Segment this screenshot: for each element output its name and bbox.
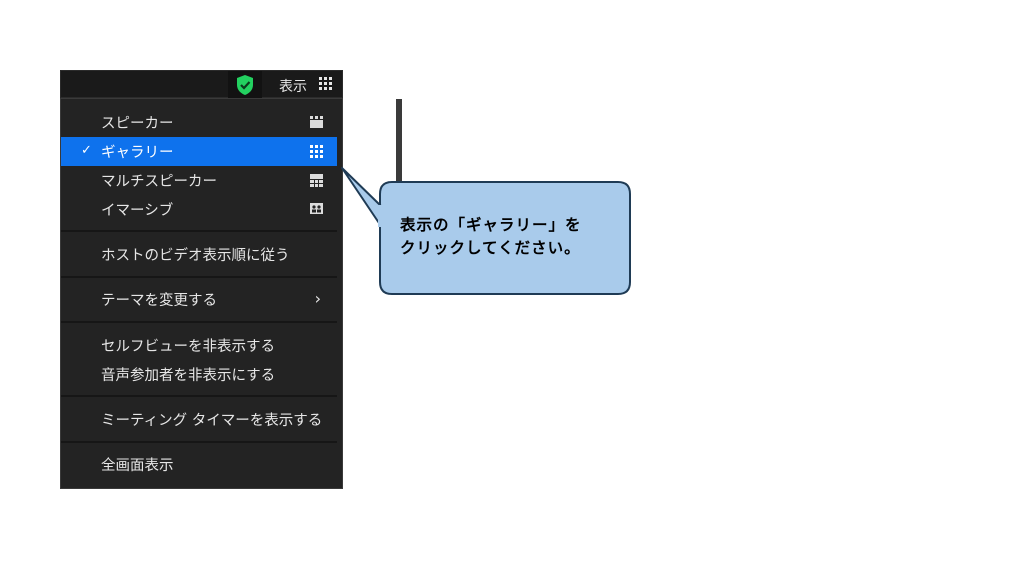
gallery-grid-icon	[310, 145, 323, 158]
grid-view-icon[interactable]	[319, 77, 332, 90]
menu-item-show-meeting-timer[interactable]: ミーティング タイマーを表示する	[61, 405, 337, 434]
menu-item-label: テーマを変更する	[101, 293, 217, 309]
immersive-icon	[310, 203, 323, 214]
menu-item-label: 音声参加者を非表示にする	[101, 368, 276, 384]
menu-item-immersive[interactable]: イマーシブ	[61, 195, 337, 224]
menu-item-label: マルチスピーカー	[101, 174, 217, 190]
menu-item-follow-host-order[interactable]: ホストのビデオ表示順に従う	[61, 240, 337, 269]
menu-divider	[61, 276, 337, 278]
menu-item-multi-speaker[interactable]: マルチスピーカー	[61, 166, 337, 195]
menu-divider	[61, 441, 337, 443]
view-menu-label[interactable]: 表示	[279, 76, 307, 96]
callout-line-2: クリックしてください。	[400, 239, 581, 257]
menu-divider	[61, 230, 337, 232]
callout-line-1: 表示の「ギャラリー」を	[400, 216, 582, 234]
menu-item-label: ホストのビデオ表示順に従う	[101, 248, 290, 264]
chevron-right-icon: ›	[314, 289, 321, 308]
shield-check-icon	[237, 74, 253, 95]
security-shield-button[interactable]	[228, 71, 262, 98]
menu-item-speaker[interactable]: スピーカー	[61, 108, 337, 137]
speaker-layout-icon	[310, 116, 323, 128]
menu-item-label: 全画面表示	[101, 458, 174, 474]
menu-item-label: ギャラリー	[101, 145, 174, 161]
menu-item-label: イマーシブ	[101, 203, 174, 219]
multi-speaker-icon	[310, 174, 323, 187]
view-toolbar: 表示	[60, 70, 343, 98]
menu-item-change-theme[interactable]: テーマを変更する ›	[61, 285, 337, 314]
view-dropdown-menu: スピーカー ✓ ギャラリー マルチスピーカー イマーシブ ホストのビデオ表示順に…	[60, 98, 402, 489]
menu-item-hide-self-view[interactable]: セルフビューを非表示する	[61, 331, 337, 360]
menu-item-label: セルフビューを非表示する	[101, 339, 275, 355]
menu-item-gallery[interactable]: ✓ ギャラリー	[61, 137, 337, 166]
checkmark-icon: ✓	[81, 143, 92, 158]
menu-item-label: ミーティング タイマーを表示する	[101, 413, 323, 429]
menu-divider	[61, 395, 337, 397]
menu-item-hide-audio-participants[interactable]: 音声参加者を非表示にする	[61, 360, 337, 389]
menu-divider	[61, 321, 337, 323]
callout-text: 表示の「ギャラリー」を クリックしてください。	[400, 214, 620, 260]
menu-item-label: スピーカー	[101, 116, 174, 132]
menu-item-fullscreen[interactable]: 全画面表示	[61, 450, 337, 479]
